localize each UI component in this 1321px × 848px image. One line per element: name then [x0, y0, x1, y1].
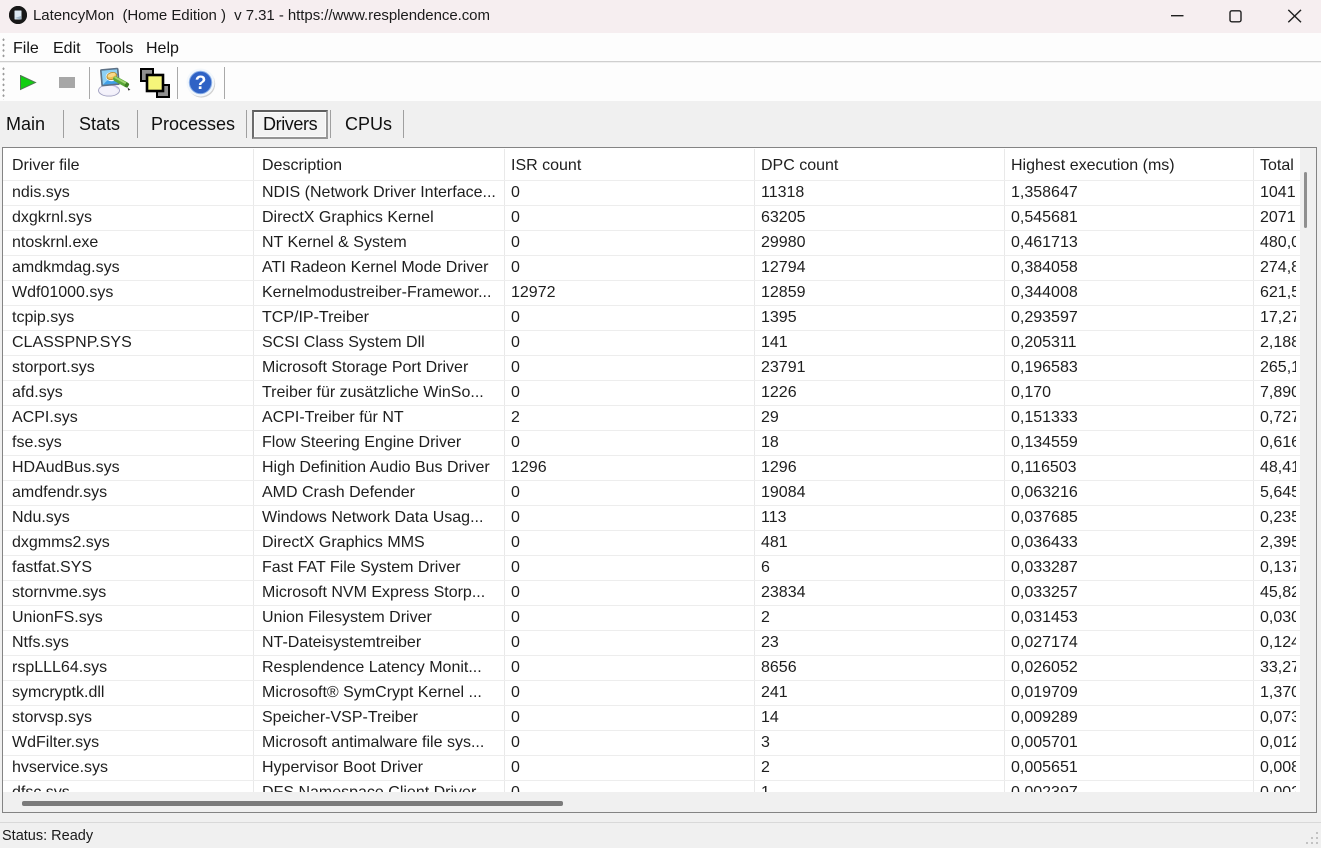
svg-text:?: ? [195, 73, 207, 94]
